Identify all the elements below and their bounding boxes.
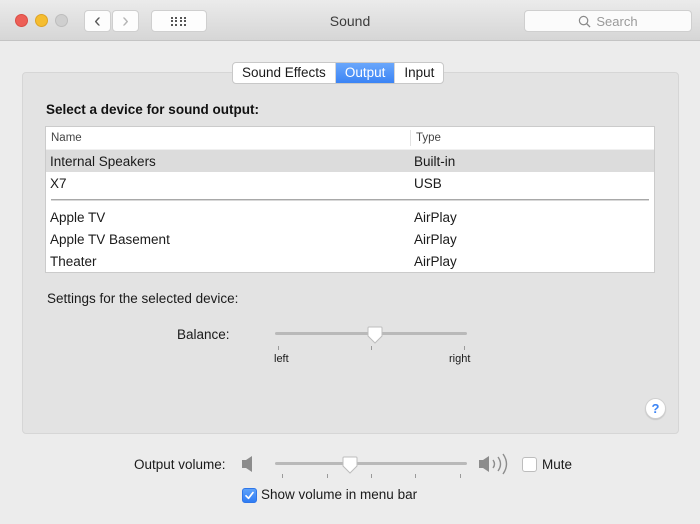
device-name: Internal Speakers — [50, 153, 156, 169]
balance-tick — [371, 346, 372, 350]
column-header-type[interactable]: Type — [410, 130, 441, 146]
table-row[interactable]: Internal Speakers Built-in — [46, 150, 654, 172]
show-volume-label: Show volume in menu bar — [261, 487, 418, 502]
device-table: Name Type Internal Speakers Built-in X7 … — [45, 126, 655, 273]
section-heading: Select a device for sound output: — [46, 102, 260, 117]
checkmark-icon — [245, 491, 254, 500]
volume-tick — [415, 474, 416, 478]
device-type: AirPlay — [414, 231, 457, 247]
show-volume-checkbox[interactable] — [242, 488, 257, 503]
help-button[interactable]: ? — [645, 398, 666, 419]
tab-sound-effects[interactable]: Sound Effects — [233, 63, 336, 83]
settings-label: Settings for the selected device: — [47, 291, 239, 306]
help-icon: ? — [651, 401, 660, 416]
device-name: Theater — [50, 253, 97, 269]
volume-tick — [371, 474, 372, 478]
output-volume-label: Output volume: — [134, 457, 226, 472]
device-type: Built-in — [414, 153, 456, 169]
balance-thumb[interactable] — [367, 326, 383, 344]
balance-label: Balance: — [177, 327, 230, 342]
tab-bar: Sound Effects Output Input — [232, 62, 445, 84]
tab-output[interactable]: Output — [335, 63, 396, 83]
device-name: X7 — [50, 175, 67, 191]
balance-left-label: left — [274, 353, 289, 365]
table-row[interactable]: Apple TV Basement AirPlay — [46, 228, 654, 250]
group-separator — [46, 194, 654, 206]
table-row[interactable]: Theater AirPlay — [46, 250, 654, 272]
device-type: USB — [414, 175, 442, 191]
column-header-name[interactable]: Name — [46, 132, 410, 144]
device-name: Apple TV Basement — [50, 231, 170, 247]
speaker-high-icon — [479, 453, 508, 475]
device-name: Apple TV — [50, 209, 106, 225]
speaker-low-icon — [242, 456, 252, 472]
volume-tick — [327, 474, 328, 478]
device-type: AirPlay — [414, 209, 457, 225]
table-row[interactable]: Apple TV AirPlay — [46, 206, 654, 228]
device-type: AirPlay — [414, 253, 457, 269]
volume-tick — [460, 474, 461, 478]
volume-thumb[interactable] — [342, 456, 358, 474]
search-icon — [579, 15, 591, 28]
tab-input[interactable]: Input — [395, 63, 443, 83]
balance-tick — [464, 346, 465, 350]
mute-checkbox[interactable] — [522, 457, 537, 472]
search-field[interactable]: Search — [524, 10, 692, 32]
volume-track[interactable] — [275, 462, 467, 465]
balance-right-label: right — [449, 353, 471, 365]
table-header: Name Type — [46, 127, 654, 150]
balance-tick — [278, 346, 279, 350]
table-row[interactable]: X7 USB — [46, 172, 654, 194]
mute-label: Mute — [542, 457, 573, 472]
search-placeholder: Search — [596, 13, 638, 29]
volume-tick — [282, 474, 283, 478]
title-bar: ‹ › Sound Search — [0, 0, 700, 41]
